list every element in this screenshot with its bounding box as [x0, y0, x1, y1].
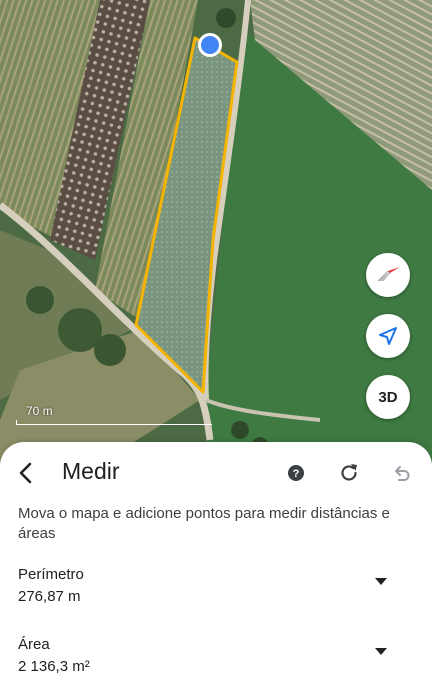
page-title: Medir	[62, 458, 120, 484]
perimeter-unit-dropdown[interactable]	[374, 576, 388, 586]
chevron-left-icon	[19, 462, 32, 484]
area-unit-dropdown[interactable]	[374, 646, 388, 656]
back-button[interactable]	[10, 456, 40, 490]
map-scale: 70 m	[16, 404, 212, 426]
measure-point-marker[interactable]	[196, 31, 224, 59]
3d-label: 3D	[378, 388, 398, 406]
3d-view-button[interactable]: 3D	[366, 375, 410, 419]
svg-text:?: ?	[293, 468, 300, 480]
help-button[interactable]: ?	[283, 460, 309, 486]
sheet-header: Medir ?	[0, 442, 432, 504]
caret-down-icon	[375, 577, 387, 585]
measure-instructions: Mova o mapa e adicione pontos para medir…	[18, 505, 390, 542]
compass-icon	[377, 267, 400, 282]
perimeter-label: Perímetro	[18, 566, 84, 583]
undo-button[interactable]	[388, 460, 414, 486]
area-row[interactable]: Área 2 136,3 m²	[18, 636, 414, 680]
my-location-button[interactable]	[366, 314, 410, 358]
refresh-icon	[341, 464, 357, 481]
compass-button[interactable]	[366, 253, 410, 297]
perimeter-value: 276,87 m	[18, 588, 81, 605]
refresh-button[interactable]	[336, 460, 362, 486]
measure-bottom-sheet: Medir ? Mova o mapa e adicione pontos pa…	[0, 442, 432, 699]
area-label: Área	[18, 636, 50, 653]
caret-down-icon	[375, 647, 387, 655]
scale-bar	[16, 420, 212, 425]
help-icon: ?	[288, 465, 304, 481]
scale-label: 70 m	[26, 404, 53, 418]
undo-icon	[395, 466, 410, 481]
perimeter-row[interactable]: Perímetro 276,87 m	[18, 566, 414, 610]
satellite-map[interactable]: 70 m 3D	[0, 0, 432, 470]
area-value: 2 136,3 m²	[18, 658, 90, 675]
navigation-arrow-icon	[379, 327, 397, 345]
